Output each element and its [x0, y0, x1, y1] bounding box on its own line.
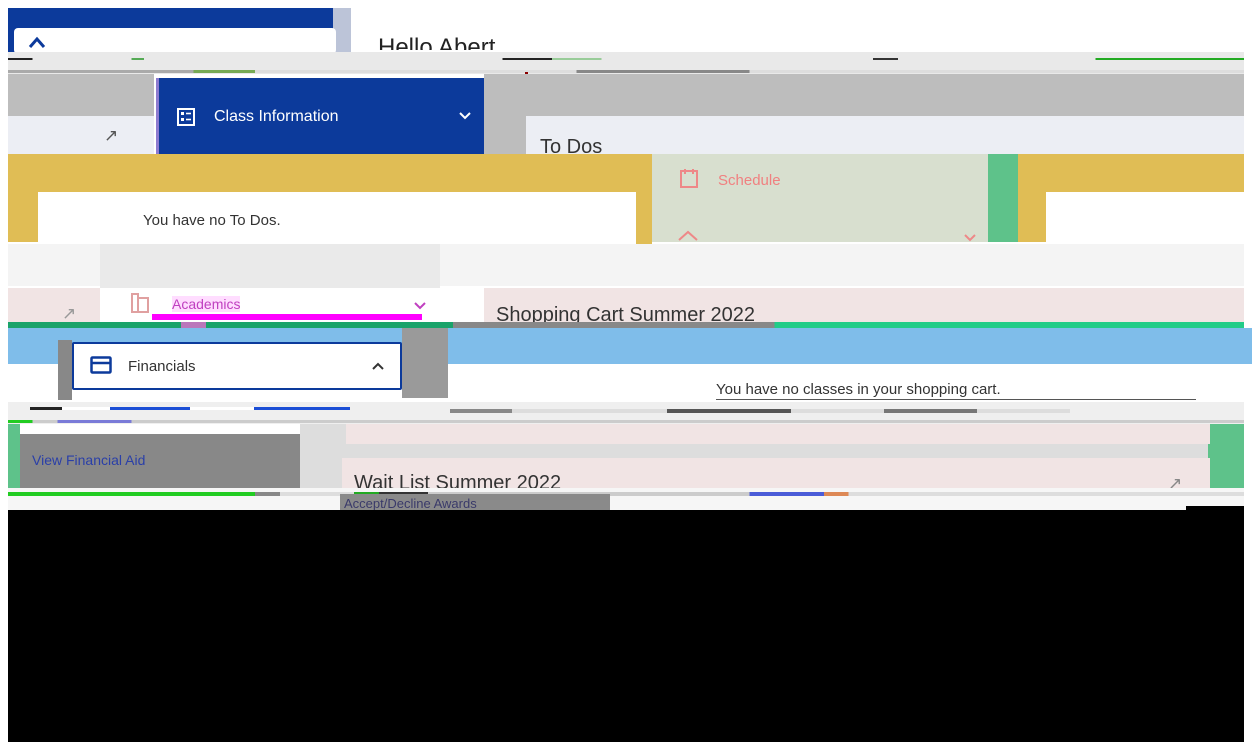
green-band [1208, 424, 1244, 488]
chevron-up-icon [372, 362, 384, 370]
green-band [988, 154, 1018, 242]
nav-label-class-information: Class Information [214, 108, 339, 125]
nav-item-class-information[interactable]: Class Information [156, 78, 484, 154]
nav-link-accept-decline-awards[interactable]: Accept/Decline Awards [340, 494, 610, 510]
credit-card-icon [90, 356, 112, 374]
green-band [8, 424, 20, 488]
wait-list-card-header: Wait List Summer 2022 ↗ [342, 458, 1210, 493]
launch-icon[interactable]: ↗ [62, 304, 76, 324]
scan-strip [450, 409, 1070, 413]
empty-region [8, 510, 1244, 742]
chevron-down-icon [964, 234, 976, 242]
gold-band [636, 192, 652, 244]
gold-band [8, 154, 652, 192]
home-button[interactable] [14, 28, 336, 54]
faded-panel [100, 244, 440, 288]
underline [716, 399, 1196, 400]
nav-item-financials[interactable]: Financials [72, 342, 402, 390]
gold-band [8, 192, 38, 242]
calendar-icon [680, 169, 698, 188]
blank-card [1046, 192, 1244, 242]
todos-card-body: You have no To Dos. [38, 192, 636, 244]
left-stub [8, 364, 46, 400]
scan-strip [8, 70, 1244, 73]
pink-strip [346, 424, 1210, 444]
launch-icon[interactable]: ↗ [104, 126, 118, 146]
nav-label-accept-decline-awards: Accept/Decline Awards [344, 496, 477, 510]
nav-label-view-financial-aid: View Financial Aid [32, 452, 146, 468]
nav-label-financials: Financials [128, 358, 196, 375]
page-greeting: Hello Abert... [378, 34, 516, 50]
empty-region [1186, 506, 1244, 512]
magenta-strip [152, 314, 422, 320]
shopping-cart-card-header: Shopping Cart Summer 2022 [484, 288, 1244, 324]
list-details-icon [177, 108, 195, 126]
home-icon [28, 36, 46, 48]
book-icon [678, 230, 698, 241]
gray-block [402, 328, 448, 398]
nav-link-view-financial-aid[interactable]: View Financial Aid [20, 434, 300, 492]
shopping-cart-empty-message: You have no classes in your shopping car… [716, 381, 1001, 398]
nav-label-academics: Academics [172, 296, 241, 312]
chevron-down-icon [459, 112, 471, 120]
nav-item-academics[interactable]: Academics [112, 288, 440, 324]
scan-strip [30, 407, 350, 410]
card-header-left: ↗ [8, 116, 154, 154]
gray-block [58, 340, 72, 400]
book-icon [131, 293, 149, 313]
shopping-cart-title: Shopping Cart Summer 2022 [496, 304, 756, 324]
todos-empty-message: You have no To Dos. [143, 212, 281, 229]
scan-strip [8, 58, 1244, 60]
todos-card-header: To Dos [526, 116, 1244, 158]
scan-strip [8, 492, 1244, 496]
nav-label-schedule: Schedule [718, 172, 781, 189]
scan-strip [8, 420, 1244, 423]
schedule-panel[interactable]: Schedule [652, 154, 988, 242]
chevron-down-icon [414, 302, 426, 310]
shopping-cart-card-body: You have no classes in your shopping car… [454, 364, 1252, 404]
pink-row: ↗ [8, 288, 100, 324]
